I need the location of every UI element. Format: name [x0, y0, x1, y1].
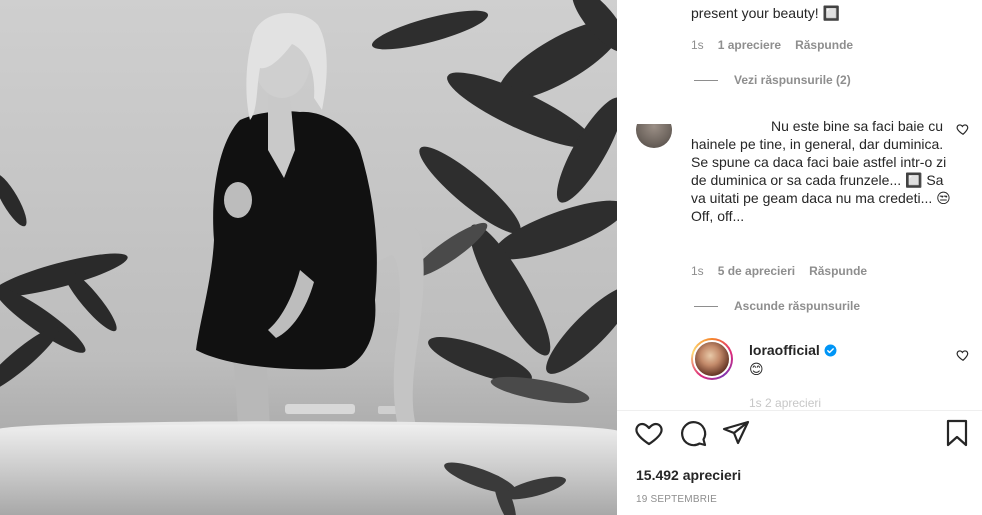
likes-count[interactable]: 15.492 aprecieri: [636, 467, 741, 483]
heart-outline-icon[interactable]: [634, 418, 664, 448]
heart-small-icon[interactable]: [956, 348, 970, 362]
reply-button[interactable]: Răspunde: [809, 263, 867, 279]
verified-badge-icon: [824, 344, 837, 356]
view-replies-label: Vezi răspunsurile (2): [734, 73, 851, 87]
post-date[interactable]: 19 SEPTEMBRIE: [636, 494, 717, 505]
comment-text: Nu este bine sa faci baie cu hainele pe …: [691, 117, 951, 225]
reply-meta: 1s 2 aprecieri: [749, 396, 822, 410]
comment-time[interactable]: 1s: [691, 263, 704, 279]
hide-replies-button[interactable]: Ascunde răspunsurile: [694, 299, 860, 313]
heart-small-icon[interactable]: [956, 122, 970, 136]
hide-replies-label: Ascunde răspunsurile: [734, 299, 861, 313]
bookmark-icon[interactable]: [942, 418, 972, 448]
speech-bubble-icon[interactable]: [678, 418, 708, 448]
comment-body: Nu este bine sa faci baie cu hainele pe …: [691, 118, 951, 224]
comments-list: present your beauty! 🔲 1s 1 apreciere Ră…: [617, 0, 982, 411]
replies-divider-line: [694, 305, 718, 307]
section-divider: [617, 410, 982, 411]
post-image: [0, 0, 617, 515]
post-side-panel: present your beauty! 🔲 1s 1 apreciere Ră…: [617, 0, 982, 515]
comment-likes[interactable]: 5 de aprecieri: [718, 263, 795, 279]
comment-meta: 1s 1 apreciere Răspunde: [691, 37, 867, 53]
post-photo[interactable]: [0, 0, 617, 515]
username-link[interactable]: loraofficial: [749, 342, 820, 358]
replies-divider-line: [694, 79, 718, 81]
view-replies-button[interactable]: Vezi răspunsurile (2): [694, 73, 851, 87]
reply-text: 😊: [749, 361, 764, 377]
reply-header: loraofficial: [749, 342, 837, 358]
reply-button[interactable]: Răspunde: [795, 37, 853, 53]
comment-likes[interactable]: 1 apreciere: [718, 37, 781, 53]
avatar[interactable]: [691, 338, 733, 380]
post-actions: [617, 418, 982, 450]
comment-time[interactable]: 1s: [691, 37, 704, 53]
comment-text: present your beauty! 🔲: [691, 5, 840, 21]
paper-plane-icon[interactable]: [721, 418, 751, 448]
avatar[interactable]: [636, 124, 672, 148]
comment-meta: 1s 5 de aprecieri Răspunde: [691, 263, 881, 279]
